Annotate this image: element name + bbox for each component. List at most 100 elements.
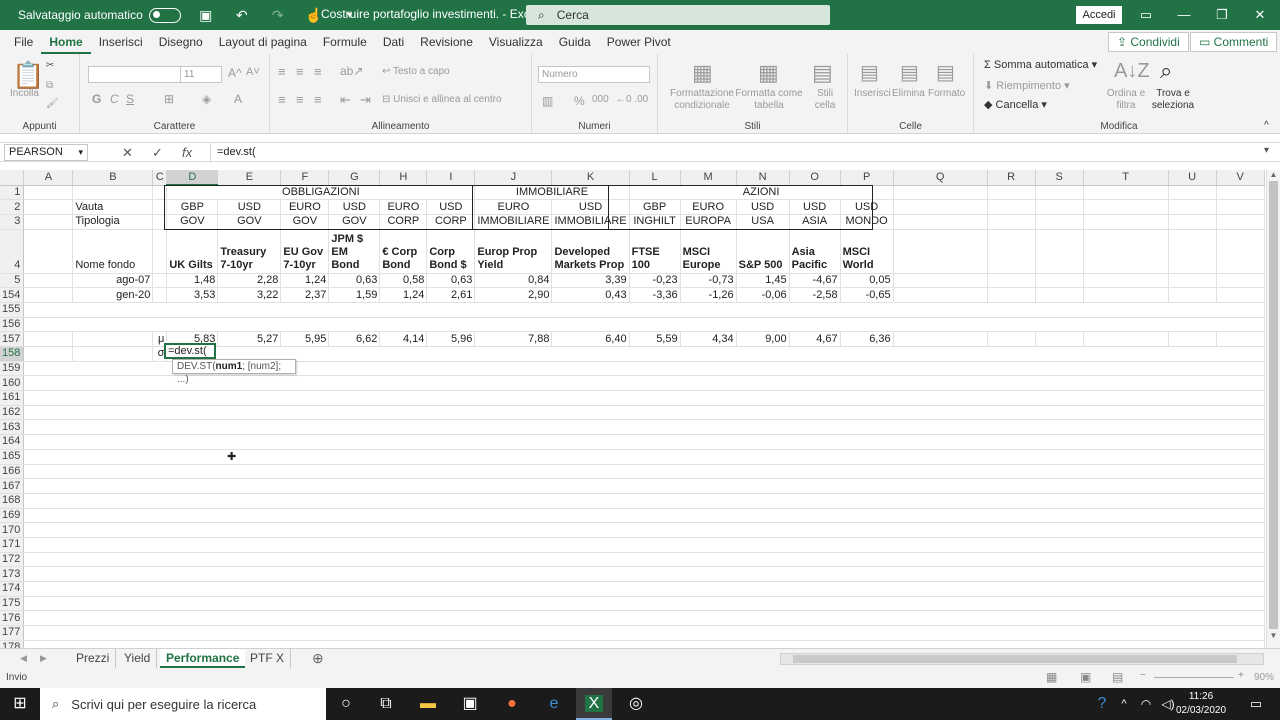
cut-icon[interactable]: ✂: [46, 60, 54, 71]
row-header[interactable]: 1: [0, 185, 25, 201]
label-vauta[interactable]: Vauta: [72, 199, 154, 215]
mean-cell[interactable]: 6,40: [551, 331, 630, 347]
font-color-icon[interactable]: A: [234, 92, 242, 106]
row-header[interactable]: 178: [0, 640, 25, 648]
value-cell[interactable]: 0,43: [551, 287, 630, 303]
empty-row-cells[interactable]: [23, 610, 1265, 627]
increase-indent-icon[interactable]: ⇥: [360, 92, 371, 108]
col-header-d[interactable]: D: [166, 170, 219, 186]
fund-name[interactable]: UK Gilts: [166, 229, 219, 274]
name-box[interactable]: PEARSON ▾: [4, 144, 88, 161]
signin-button[interactable]: Accedi: [1076, 6, 1122, 24]
row-header[interactable]: 161: [0, 390, 25, 406]
tab-visualizza[interactable]: Visualizza: [481, 30, 551, 54]
mean-cell[interactable]: 9,00: [736, 331, 790, 347]
prev-sheet-icon[interactable]: ◀: [14, 649, 33, 668]
fill-color-icon[interactable]: ◈: [202, 92, 211, 106]
font-name-combo[interactable]: [88, 66, 184, 83]
insert-cells-button[interactable]: Inserisci: [854, 88, 891, 99]
mean-cell[interactable]: 6,36: [840, 331, 894, 347]
value-cell[interactable]: 1,24: [280, 273, 330, 289]
cell[interactable]: [1216, 273, 1265, 289]
row-header[interactable]: 169: [0, 508, 25, 524]
empty-row-cells[interactable]: [23, 449, 1265, 465]
align-right-icon[interactable]: ≡: [314, 92, 322, 107]
cell[interactable]: [1216, 331, 1265, 347]
underline-button[interactable]: S: [126, 92, 134, 106]
row-header[interactable]: 162: [0, 405, 25, 421]
orientation-icon[interactable]: ab↗: [340, 64, 363, 78]
conditional-format-button[interactable]: Formattazione condizionale: [668, 88, 736, 112]
row-header[interactable]: 176: [0, 610, 25, 627]
active-cell-d158[interactable]: =dev.st(: [164, 343, 216, 359]
date-cell[interactable]: gen-20: [72, 287, 154, 303]
cell[interactable]: [72, 346, 154, 362]
tab-power-pivot[interactable]: Power Pivot: [599, 30, 679, 54]
currency-cell[interactable]: USD: [736, 199, 790, 215]
tab-inserisci[interactable]: Inserisci: [91, 30, 151, 54]
mean-cell[interactable]: 7,88: [474, 331, 553, 347]
normal-view-icon[interactable]: ▦: [1046, 670, 1057, 684]
mean-cell[interactable]: 5,96: [426, 331, 476, 347]
cell-styles-icon[interactable]: ▤: [812, 60, 833, 86]
collapse-ribbon-icon[interactable]: ^: [1264, 120, 1269, 131]
col-header-t[interactable]: T: [1083, 170, 1169, 186]
value-cell[interactable]: -0,06: [736, 287, 790, 303]
paste-icon[interactable]: 📋: [12, 60, 44, 91]
type-cell[interactable]: ASIA: [789, 214, 841, 230]
worksheet-grid[interactable]: A B C D E F G H I J K L M N O P Q R S T …: [0, 170, 1266, 648]
row-header[interactable]: 4: [0, 229, 25, 274]
format-table-button[interactable]: Formatta come tabella: [734, 88, 804, 112]
cell[interactable]: [987, 229, 1036, 274]
scroll-up-icon[interactable]: ▲: [1267, 170, 1280, 179]
cell[interactable]: [1168, 229, 1217, 274]
col-header-n[interactable]: N: [736, 170, 790, 186]
value-cell[interactable]: -0,23: [629, 273, 681, 289]
enter-icon[interactable]: ✓: [152, 145, 163, 161]
vertical-scrollbar[interactable]: ▲ ▼: [1266, 170, 1280, 648]
mean-cell[interactable]: 5,95: [280, 331, 330, 347]
currency-cell[interactable]: USD: [551, 199, 630, 215]
row-header[interactable]: 171: [0, 537, 25, 553]
col-header-o[interactable]: O: [789, 170, 841, 186]
cell[interactable]: [893, 214, 988, 230]
cell[interactable]: [1168, 199, 1217, 215]
cell[interactable]: [1083, 185, 1169, 201]
col-header-a[interactable]: A: [23, 170, 74, 186]
col-header-r[interactable]: R: [987, 170, 1036, 186]
col-header-e[interactable]: E: [217, 170, 282, 186]
col-header-m[interactable]: M: [680, 170, 737, 186]
cell[interactable]: [987, 214, 1036, 230]
cell[interactable]: [1083, 199, 1169, 215]
row-header[interactable]: 166: [0, 464, 25, 480]
row-header[interactable]: 173: [0, 566, 25, 582]
cancel-icon[interactable]: ✕: [122, 145, 133, 161]
scroll-down-icon[interactable]: ▼: [1267, 631, 1280, 640]
type-cell[interactable]: USA: [736, 214, 790, 230]
restore-icon[interactable]: ❐: [1204, 0, 1240, 30]
mean-cell[interactable]: 5,27: [217, 331, 282, 347]
empty-row-cells[interactable]: [23, 566, 1265, 582]
value-cell[interactable]: 0,05: [840, 273, 894, 289]
empty-row-cells[interactable]: [23, 640, 1265, 648]
insert-cells-icon[interactable]: ▤: [860, 60, 879, 85]
value-cell[interactable]: -2,58: [789, 287, 841, 303]
decrease-font-icon[interactable]: A˅: [246, 66, 260, 78]
cell[interactable]: [1035, 273, 1084, 289]
cell[interactable]: [1035, 214, 1084, 230]
type-cell[interactable]: MONDO: [840, 214, 894, 230]
fund-name[interactable]: S&P 500: [736, 229, 790, 274]
col-header-v[interactable]: V: [1216, 170, 1265, 186]
firefox-icon[interactable]: ●: [494, 688, 530, 720]
value-cell[interactable]: -3,36: [629, 287, 681, 303]
cell[interactable]: [1216, 185, 1265, 201]
empty-row-cells[interactable]: [23, 317, 1265, 333]
share-button[interactable]: ⇪ Condividi: [1108, 32, 1189, 52]
row-header[interactable]: 172: [0, 552, 25, 568]
value-cell[interactable]: 0,58: [379, 273, 428, 289]
empty-row-cells[interactable]: [23, 581, 1265, 597]
row-header[interactable]: 170: [0, 522, 25, 538]
mean-cell[interactable]: 5,59: [629, 331, 681, 347]
format-table-icon[interactable]: ▦: [758, 60, 779, 86]
fund-name[interactable]: € Corp Bond: [379, 229, 428, 274]
